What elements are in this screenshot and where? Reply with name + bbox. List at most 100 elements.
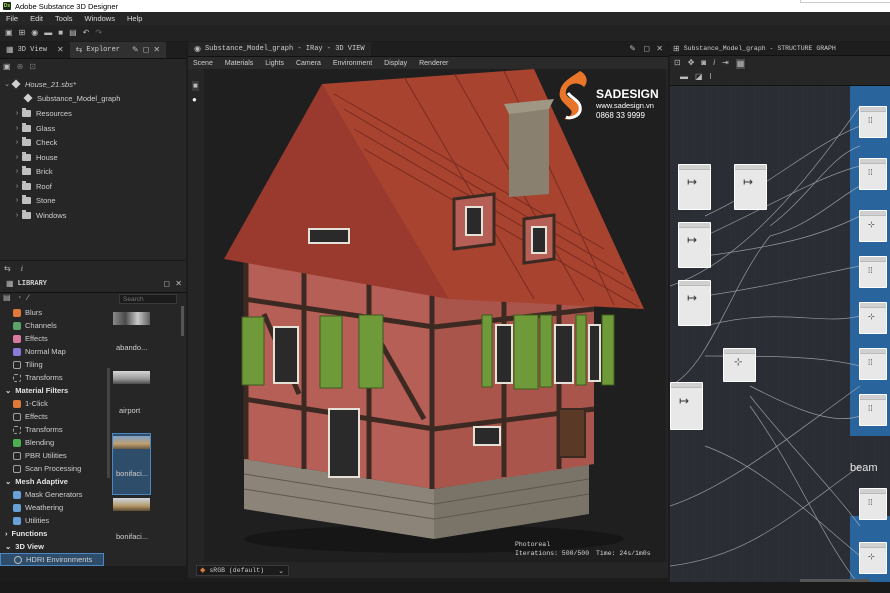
category-hdri-environments[interactable]: HDRI Environments — [0, 553, 104, 566]
category-tiling[interactable]: Tiling — [0, 358, 106, 371]
float-icon[interactable]: ◻ — [143, 46, 150, 54]
category-functions[interactable]: › Functions — [0, 527, 106, 540]
graph-node-grid[interactable]: ⁞⁞ — [859, 106, 887, 138]
tree-item-stone[interactable]: › Stone — [12, 193, 56, 207]
graph-node-grid[interactable]: ⁞⁞ — [859, 488, 887, 520]
pin-icon[interactable]: ✎ — [629, 45, 636, 53]
window-controls[interactable] — [800, 0, 890, 3]
category-1-click[interactable]: 1-Click — [0, 397, 106, 410]
graph-node-grid[interactable]: ⁞⁞ — [859, 158, 887, 190]
category-effects-material[interactable]: Effects — [0, 410, 106, 423]
category-scan-processing[interactable]: Scan Processing — [0, 462, 106, 475]
save-icon[interactable]: ■ — [58, 29, 63, 37]
close-icon[interactable]: ✕ — [57, 46, 64, 54]
undo-icon[interactable]: ↶ — [83, 29, 90, 37]
menu-renderer[interactable]: Renderer — [419, 60, 448, 67]
category-3d-view[interactable]: ⌄ 3D View — [0, 540, 106, 553]
graph-node-merge[interactable]: ↦ — [734, 164, 767, 210]
thumbnail-abandoned[interactable] — [113, 312, 150, 325]
category-blending[interactable]: Blending — [0, 436, 106, 449]
category-mask-generators[interactable]: Mask Generators — [0, 488, 106, 501]
new-item-icon[interactable]: ▣ — [3, 63, 11, 71]
thumbnail-airport[interactable] — [113, 371, 150, 384]
category-effects[interactable]: Effects — [0, 332, 106, 345]
category-pbr-utilities[interactable]: PBR Utilities — [0, 449, 106, 462]
menu-scene[interactable]: Scene — [193, 60, 213, 67]
thumbnail-bonifacio-2[interactable] — [113, 498, 150, 511]
frame-icon[interactable]: ⊡ — [674, 59, 681, 69]
menu-help[interactable]: Help — [127, 14, 142, 23]
save-all-icon[interactable]: ▤ — [69, 29, 77, 37]
graph-node-merge[interactable]: ↦ — [678, 164, 711, 210]
graph-node-grid[interactable]: ⁞⁞ — [859, 394, 887, 426]
3d-viewport[interactable]: SADESIGN www.sadesign.vn 0868 33 9999 Ph… — [204, 69, 666, 562]
tree-item-glass[interactable]: › Glass — [12, 121, 55, 135]
category-utilities[interactable]: Utilities — [0, 514, 106, 527]
tree-item-graph[interactable]: Substance_Model_graph — [14, 91, 120, 105]
graph-node-merge[interactable]: ↦ — [678, 222, 711, 268]
category-channels[interactable]: Channels — [0, 319, 106, 332]
folder-view-icon[interactable]: ▤ — [3, 294, 11, 302]
colorspace-dropdown[interactable]: ◆ sRGB (default) ⌄ — [196, 565, 289, 576]
open-folder-icon[interactable]: ▬ — [44, 29, 52, 37]
graph-node-transform[interactable]: ⊹ — [859, 210, 887, 242]
library-search-input[interactable] — [119, 294, 177, 304]
info-icon[interactable]: i — [713, 59, 715, 69]
move-icon[interactable]: ✥ — [688, 59, 695, 69]
menu-materials[interactable]: Materials — [225, 60, 253, 67]
close-icon[interactable]: ✕ — [153, 46, 160, 54]
tab-3d-view[interactable]: ▦ 3D View ✕ — [0, 42, 70, 58]
grid-icon[interactable]: ▦ — [735, 59, 746, 69]
graph-node-grid[interactable]: ⁞⁞ — [859, 256, 887, 288]
align-icon[interactable]: ⇥ — [722, 59, 729, 69]
graph-node-grid[interactable]: ⁞⁞ — [859, 348, 887, 380]
brush-icon[interactable]: ∕ — [27, 294, 28, 302]
light-icon[interactable]: ● — [192, 96, 197, 104]
thumbnail-scrollbar[interactable] — [181, 306, 184, 336]
tree-package[interactable]: ⌄ House_21.sbs* — [2, 77, 76, 91]
category-transforms[interactable]: Transforms — [0, 371, 106, 384]
menu-tools[interactable]: Tools — [55, 14, 73, 23]
tree-item-brick[interactable]: › Brick — [12, 164, 53, 178]
tree-item-check[interactable]: › Check — [12, 135, 57, 149]
category-weathering[interactable]: Weathering — [0, 501, 106, 514]
substance-icon[interactable]: ◉ — [31, 29, 38, 37]
float-icon[interactable]: ◻ — [643, 45, 650, 53]
menu-environment[interactable]: Environment — [333, 60, 372, 67]
float-icon[interactable]: ◻ — [163, 280, 170, 288]
graph-node-merge[interactable]: ↦ — [678, 280, 711, 326]
snapshot-icon[interactable]: ◙ — [701, 59, 706, 69]
close-icon[interactable]: ✕ — [656, 45, 663, 53]
tab-explorer[interactable]: ⇆ Explorer ✎ ◻ ✕ — [69, 42, 167, 58]
new-graph-icon[interactable]: ⊞ — [19, 29, 26, 37]
tree-item-resources[interactable]: › Resources — [12, 106, 72, 120]
mic-icon[interactable]: ǀ — [710, 73, 712, 81]
camera-icon[interactable]: ■ — [192, 81, 199, 91]
pin-icon[interactable]: ✎ — [132, 46, 139, 54]
new-package-icon[interactable]: ▣ — [5, 29, 13, 37]
filter-icon[interactable]: ◔ — [17, 294, 22, 302]
graph-node-transform[interactable]: ⊹ — [723, 348, 756, 382]
tree-item-house[interactable]: › House — [12, 150, 58, 164]
menu-lights[interactable]: Lights — [265, 60, 284, 67]
link-icon[interactable]: ⊕ — [17, 63, 24, 71]
tab-graph[interactable]: ⊞ Substance_Model_graph - STRUCTURE GRAP… — [670, 42, 842, 55]
close-icon[interactable]: ✕ — [175, 280, 182, 288]
info-icon[interactable]: i — [21, 264, 23, 273]
category-material-filters[interactable]: ⌄ Material Filters — [0, 384, 106, 397]
tree-item-windows[interactable]: › Windows — [12, 208, 66, 222]
menu-display[interactable]: Display — [384, 60, 407, 67]
graph-node-merge[interactable]: ↦ — [670, 382, 703, 430]
menu-file[interactable]: File — [6, 14, 18, 23]
pin-icon[interactable]: ◪ — [695, 73, 703, 81]
graph-node-transform[interactable]: ⊹ — [859, 542, 887, 574]
graph-canvas[interactable] — [670, 86, 890, 582]
tab-3d-view-doc[interactable]: ◉ Substance_Model_graph - IRay - 3D VIEW — [188, 42, 371, 56]
redo-icon[interactable]: ↷ — [95, 29, 102, 37]
collapse-icon[interactable]: ⇆ — [4, 264, 11, 273]
menu-windows[interactable]: Windows — [85, 14, 115, 23]
category-mesh-adaptive[interactable]: ⌄ Mesh Adaptive — [0, 475, 106, 488]
tab-library[interactable]: ▦ LIBRARY — [0, 276, 53, 292]
category-blurs[interactable]: Blurs — [0, 306, 106, 319]
menu-camera[interactable]: Camera — [296, 60, 321, 67]
